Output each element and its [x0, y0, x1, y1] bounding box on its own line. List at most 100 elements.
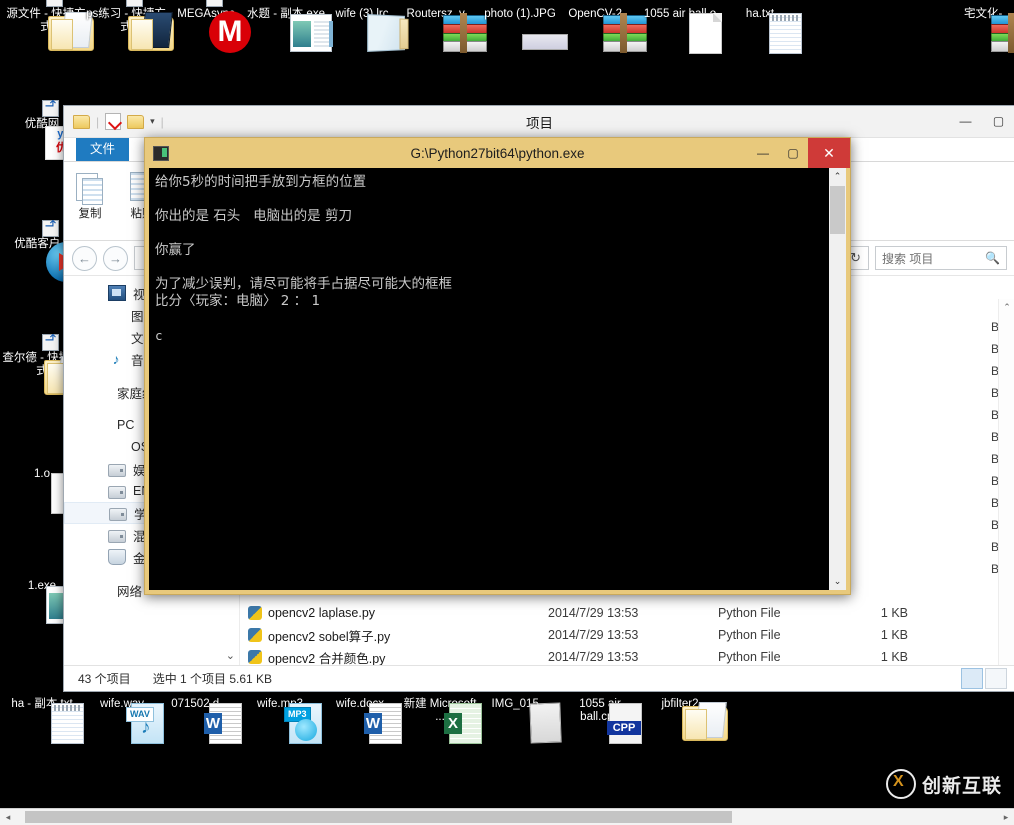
drive-icon: [108, 529, 126, 543]
desktop-icon[interactable]: ha.txt: [720, 8, 802, 54]
search-icon[interactable]: 🔍: [985, 251, 1000, 265]
console-close-button[interactable]: ✕: [808, 138, 850, 168]
search-input[interactable]: 搜索 项目 🔍: [875, 246, 1007, 270]
forward-button[interactable]: →: [103, 245, 128, 271]
file-type-cell: Python File: [718, 606, 781, 620]
console-scroll-down-arrow[interactable]: ⌄: [829, 573, 846, 590]
file-type-cell: Python File: [718, 628, 781, 642]
desktop-icon[interactable]: ha - 副本.txt: [2, 698, 84, 744]
horizontal-scrollbar[interactable]: ◂ ▸: [0, 808, 1014, 825]
desktop-screen: 源文件 - 快捷方式ps练习 - 快捷方式MMEGAsync水题 - 副本.ex…: [0, 0, 1014, 825]
table-row[interactable]: opencv2 sobel算子.py 2014/7/29 13:53 Python …: [240, 624, 1014, 646]
file-date-cell: 2014/7/29 13:53: [548, 606, 639, 620]
console-title-bar[interactable]: G:\Python27bit64\python.exe — ▢ ✕: [145, 138, 850, 168]
file-type-cell: Python File: [718, 650, 781, 664]
logo-icon: [885, 769, 916, 799]
desktop-icon[interactable]: MP3 wife.mp3: [240, 698, 322, 744]
explorer-vertical-scrollbar[interactable]: ⌃: [998, 299, 1014, 666]
selection-info: 选中 1 个项目 5.61 KB: [152, 672, 273, 686]
scroll-track[interactable]: [16, 810, 998, 824]
file-name-text: opencv2 合并颜色.py: [268, 651, 386, 666]
file-size-cell: 1 KB: [880, 650, 908, 664]
ribbon-copy-button[interactable]: 复制: [64, 166, 116, 221]
file-size-cell: B: [990, 452, 999, 466]
desktop-icon[interactable]: IMG_015...: [480, 698, 562, 744]
music-icon: ♪: [112, 351, 120, 367]
file-name-text: opencv2 sobel算子.py: [268, 629, 391, 644]
back-button[interactable]: ←: [72, 245, 97, 271]
explorer-title-bar[interactable]: | ▾ | 项目 — ▢: [64, 106, 1014, 138]
python-file-icon: [248, 628, 262, 642]
console-output-text: 给你5秒的时间把手放到方框的位置 你出的是 石头 电脑出的是 剪刀 你赢了 为了减少误…: [149, 168, 828, 590]
file-size-cell: B: [990, 430, 999, 444]
nav-scroll-down-arrow[interactable]: ⌄: [226, 649, 235, 662]
file-size-cell: B: [990, 342, 999, 356]
desktop-icon[interactable]: Wwife.docx: [320, 698, 402, 744]
console-scroll-thumb[interactable]: [830, 186, 845, 234]
tab-file[interactable]: 文件: [76, 135, 130, 161]
search-placeholder: 搜索 项目: [882, 251, 934, 266]
desktop-icon[interactable]: 水题 - 副本.exe: [246, 8, 333, 52]
copy-icon: [64, 169, 116, 205]
console-line: 比分〈玩家：电脑〉 2 ： 1: [155, 293, 321, 309]
drive-icon: [108, 463, 126, 477]
file-name-cell: opencv2 laplase.py: [240, 606, 548, 620]
console-window-buttons[interactable]: — ▢ ✕: [748, 138, 850, 168]
file-size-cell: B: [990, 562, 999, 576]
console-minimize-button[interactable]: —: [748, 138, 778, 168]
explorer-maximize-button[interactable]: ▢: [982, 106, 1014, 136]
desktop-icon[interactable]: 宅文化-...: [948, 8, 1014, 53]
file-size-cell: B: [990, 474, 999, 488]
desktop-icon[interactable]: WAV ♪ wife.wav: [82, 698, 164, 744]
icons-view-button[interactable]: [985, 668, 1007, 689]
file-size-cell: B: [990, 386, 999, 400]
console-line: 你出的是 石头 电脑出的是 剪刀: [155, 208, 352, 224]
file-size-cell: B: [990, 320, 999, 334]
file-size-cell: B: [990, 540, 999, 554]
file-rows[interactable]: opencv2 laplase.py 2014/7/29 13:53 Python …: [240, 602, 1014, 668]
python-file-icon: [248, 650, 262, 664]
scroll-right-arrow[interactable]: ▸: [998, 812, 1014, 823]
file-name-text: opencv2 laplase.py: [268, 606, 376, 620]
desktop-icon[interactable]: OpenCV-2...: [560, 8, 647, 53]
pictures-icon: [108, 308, 124, 322]
desktop-icon[interactable]: photo (1).JPG: [480, 8, 568, 50]
desktop-icon[interactable]: CPP 1055 air ball.cpp: [560, 698, 642, 744]
item-count: 43 个项目: [78, 672, 131, 686]
desktop-icon[interactable]: 1055 air ball.o: [640, 8, 722, 54]
console-scroll-up-arrow[interactable]: ⌃: [829, 168, 846, 185]
console-scrollbar[interactable]: ⌃ ⌄: [828, 168, 846, 590]
documents-icon: [108, 330, 124, 344]
table-row[interactable]: opencv2 laplase.py 2014/7/29 13:53 Python …: [240, 602, 1014, 624]
details-view-button[interactable]: [961, 668, 983, 689]
desktop-icon[interactable]: 源文件 - 快捷方式: [6, 0, 94, 51]
console-client-area[interactable]: 给你5秒的时间把手放到方框的位置 你出的是 石头 电脑出的是 剪刀 你赢了 为了减少误…: [149, 168, 846, 590]
file-name-cell: opencv2 合并颜色.py: [240, 648, 548, 667]
desktop-icon[interactable]: W 071502.d...: [160, 698, 242, 744]
sidebar-item-label: PC: [117, 418, 135, 432]
desktop-icon[interactable]: X 新建 Microsoft ...: [400, 698, 482, 744]
python-console-window[interactable]: G:\Python27bit64\python.exe — ▢ ✕ 给你5秒的时…: [144, 137, 851, 595]
view-buttons[interactable]: [961, 668, 1014, 689]
desktop-icon[interactable]: jbfilter2: [640, 698, 728, 741]
file-date-cell: 2014/7/29 13:53: [548, 628, 639, 642]
kuaipan-icon: [108, 549, 126, 565]
desktop-icon-label: photo (1).JPG: [484, 8, 556, 20]
scroll-thumb[interactable]: [25, 811, 732, 823]
drive-icon: [108, 485, 126, 499]
clipped-size-column: BBBBBBBBBBBB: [983, 316, 999, 580]
explorer-window-buttons[interactable]: — ▢: [949, 106, 1014, 136]
explorer-minimize-button[interactable]: —: [949, 106, 982, 136]
console-maximize-button[interactable]: ▢: [778, 138, 808, 168]
computer-icon: [94, 418, 110, 432]
desktop-icon[interactable]: Routersz_v...: [400, 8, 487, 53]
console-line: 你赢了: [155, 242, 196, 258]
scroll-up-arrow[interactable]: ⌃: [999, 299, 1014, 315]
desktop-icon[interactable]: wife (3).lrc: [322, 8, 406, 52]
desktop-icon[interactable]: ps练习 - 快捷方式: [86, 0, 174, 51]
desktop-icon[interactable]: MMEGAsync: [166, 0, 251, 53]
scroll-left-arrow[interactable]: ◂: [0, 812, 16, 823]
